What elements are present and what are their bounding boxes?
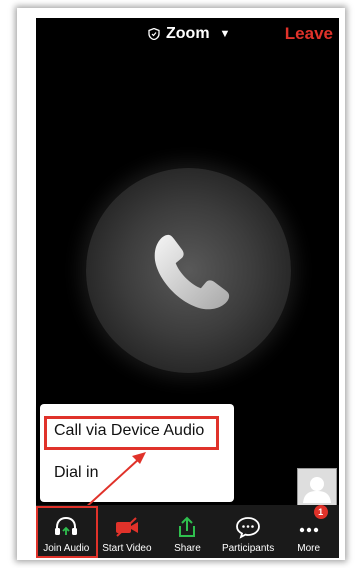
phone-icon xyxy=(154,234,230,310)
video-off-icon xyxy=(115,517,138,537)
meeting-title-label: Zoom xyxy=(166,25,210,42)
meeting-title[interactable]: Zoom ▼ xyxy=(148,24,230,44)
leave-button[interactable]: Leave xyxy=(285,24,333,44)
dial-in-option[interactable]: Dial in xyxy=(54,464,98,482)
more-label: More xyxy=(297,543,321,554)
shield-icon xyxy=(148,28,160,40)
join-audio-button[interactable]: Join Audio xyxy=(36,505,97,558)
share-button[interactable]: Share xyxy=(157,505,218,558)
chat-bubble-icon xyxy=(236,517,260,539)
more-icon: 1 xyxy=(296,505,328,539)
highlight-box xyxy=(44,416,219,450)
join-audio-label: Join Audio xyxy=(43,543,90,554)
chevron-down-icon: ▼ xyxy=(219,28,231,40)
participants-label: Participants xyxy=(221,543,275,554)
notification-badge: 1 xyxy=(313,505,328,519)
participants-button[interactable]: Participants xyxy=(218,505,279,558)
meeting-toolbar: Join Audio Start Video Share Participant… xyxy=(36,505,339,558)
video-thumbnail[interactable] xyxy=(297,468,337,508)
share-icon xyxy=(179,516,196,537)
more-button[interactable]: 1 More xyxy=(278,505,339,558)
avatar-icon xyxy=(303,477,331,503)
share-label: Share xyxy=(174,543,201,554)
headphones-icon xyxy=(55,516,78,535)
start-video-label: Start Video xyxy=(102,543,152,554)
calling-circle xyxy=(86,168,291,373)
top-bar: Zoom ▼ Leave xyxy=(36,18,339,52)
start-video-button[interactable]: Start Video xyxy=(97,505,158,558)
